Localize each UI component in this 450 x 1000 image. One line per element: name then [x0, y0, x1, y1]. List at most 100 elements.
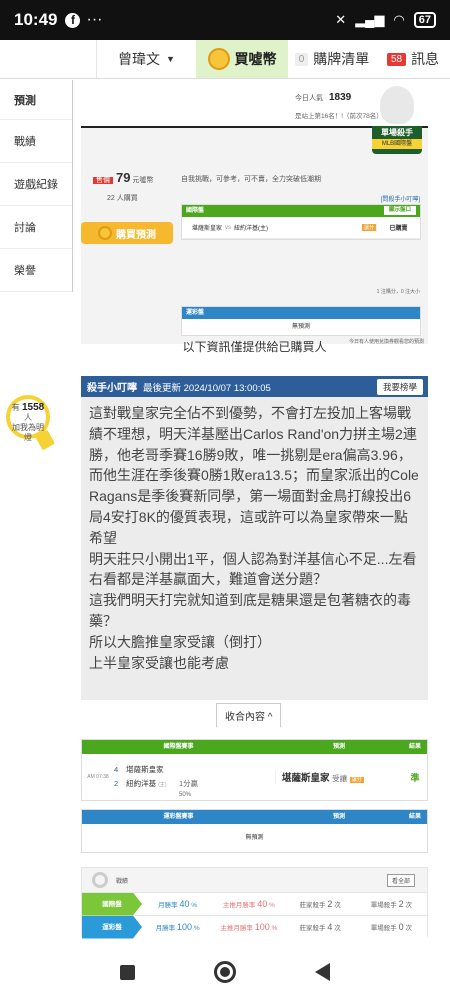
- intl-label: 國際盤: [186, 208, 205, 214]
- show-odds-button[interactable]: 顯示盤口: [383, 206, 416, 215]
- stat-value: 100: [176, 922, 192, 932]
- head-match: 運彩盤賽事: [163, 814, 194, 820]
- helper-link[interactable]: [問殺手小叮嚀]: [381, 194, 420, 203]
- pred-team: 堪薩斯皇家: [282, 773, 330, 784]
- head-match: 國際盤賽事: [163, 744, 194, 750]
- stat-value: 40: [179, 899, 190, 909]
- bought-status: 已購賣: [376, 223, 420, 232]
- stat-value: 4: [327, 922, 333, 932]
- intl-result-table: 國際盤賽事 預測 結果 AM 07:38 4 堪薩斯皇家 2 紐約洋基 (主) 1分…: [81, 739, 428, 801]
- sidebar-item-honor[interactable]: 榮譽: [0, 249, 72, 292]
- no-prediction: 無預測: [291, 324, 310, 330]
- coin-icon: [98, 226, 112, 240]
- handicap-value: 1分贏: [179, 779, 199, 788]
- head-prediction: 預測: [332, 814, 345, 820]
- stat-caption: 主推月勝率: [220, 925, 253, 932]
- stat-unit: 次: [334, 902, 341, 909]
- signal-icon: ▂▄▆: [355, 12, 385, 27]
- stats-title: 戰績: [116, 878, 129, 885]
- badge-title: 單場殺手: [381, 128, 413, 137]
- price-unit: 元噓幣: [132, 177, 154, 184]
- match-home: 堪薩斯皇家: [192, 226, 223, 232]
- help-prefix: 有: [11, 403, 20, 412]
- tips-title: 殺手小叮嚀: [87, 383, 137, 394]
- lottery-label: 運彩盤: [182, 307, 420, 319]
- cart-count-badge: 0: [294, 52, 309, 66]
- sidebar: 預測 戰績 遊戲紀錄 討論 榮譽 有 1558 人 加我為明燈: [0, 80, 73, 960]
- stat-caption: 單場殺手: [370, 902, 397, 909]
- buy-prediction-button[interactable]: 購買預測: [81, 222, 173, 244]
- team2-tag: (主): [158, 781, 167, 788]
- handicap: 1分贏 50%: [179, 756, 275, 798]
- price: 79: [116, 170, 131, 185]
- stat-value: 40: [257, 899, 268, 909]
- stat-unit: 次: [405, 902, 412, 909]
- handicap-tag: 讓分: [361, 224, 376, 231]
- head-result: 結果: [408, 744, 421, 750]
- top-nav: 曾瑋文 ▼ 買噓幣 0 購牌清單 58 訊息: [0, 40, 450, 79]
- stats-label: 運彩盤: [82, 915, 142, 939]
- stat-unit: %: [193, 925, 200, 932]
- tips-section: 殺手小叮嚀 最後更新 2024/10/07 13:00:05 我要榜學 這對戰皇…: [81, 376, 428, 727]
- profile-header: 今日人氣 1839 是站上第16名！!（前次78名）: [81, 80, 428, 126]
- sidebar-item-prediction[interactable]: 預測: [0, 80, 72, 120]
- match-time: AM 07:38: [87, 774, 109, 780]
- stats-row-lottery: 運彩盤 月勝率 100 % 主推月勝率 100 % 莊家殺手 4 次 單場殺手 …: [82, 915, 427, 939]
- user-menu[interactable]: 曾瑋文 ▼: [96, 40, 196, 78]
- sidebar-item-game-history[interactable]: 遊戲紀錄: [0, 163, 72, 206]
- buy-coins-button[interactable]: 買噓幣: [196, 40, 288, 78]
- paid-note: 以下資訊僅提供給已購買人: [182, 340, 327, 354]
- sell-label: 售價: [93, 177, 113, 184]
- stat-unit: %: [191, 902, 198, 909]
- messages-button[interactable]: 58 訊息: [376, 40, 450, 78]
- popularity-label: 今日人氣: [295, 95, 323, 102]
- match-away: 紐約洋基(主): [234, 226, 269, 232]
- home-icon[interactable]: [213, 961, 236, 983]
- battery-icon: 67: [413, 12, 436, 28]
- stats-panel: 戰績 看全部 國際盤 月勝率 40 % 主推月勝率 40 % 莊家殺手 2 次 …: [81, 867, 428, 939]
- facebook-icon: f: [65, 12, 81, 28]
- rank-text: 是站上第16名！!（前次78名）: [295, 113, 383, 120]
- recents-icon[interactable]: [119, 964, 135, 980]
- main-content: 今日人氣 1839 是站上第16名！!（前次78名） 單場殺手 MLB國際盤 售價…: [81, 80, 428, 939]
- team2-name: 紐約洋基: [126, 778, 157, 788]
- buyer-count: 22 人購買: [107, 195, 138, 202]
- back-icon[interactable]: [315, 963, 331, 981]
- stat-unit: %: [269, 902, 275, 909]
- mascot-image: [380, 86, 414, 124]
- stat-caption: 主推月勝率: [222, 902, 256, 909]
- stat-value: 2: [327, 899, 333, 909]
- sidebar-item-record[interactable]: 戰績: [0, 120, 72, 163]
- collapse-button[interactable]: 收合內容 ^: [216, 703, 282, 727]
- buy-prediction-label: 購買預測: [116, 229, 156, 241]
- head-prediction: 預測: [332, 744, 345, 750]
- caret-down-icon: ▼: [166, 54, 175, 64]
- intl-prediction-box: 國際盤 顯示盤口 堪薩斯皇家 vs 紐約洋基(主) 讓分 已購賣: [181, 204, 421, 240]
- stat-caption: 月勝率: [155, 925, 176, 932]
- wifi-icon: ◠: [393, 12, 405, 27]
- bet-note: 1 注購分，0 注大小: [376, 289, 420, 295]
- stats-row-intl: 國際盤 月勝率 40 % 主推月勝率 40 % 莊家殺手 2 次 單場殺手 2 …: [82, 892, 427, 916]
- match-sep: vs: [225, 224, 232, 231]
- view-all-button[interactable]: 看全部: [386, 873, 415, 887]
- rank-button[interactable]: 我要榜學: [376, 378, 423, 395]
- cart-button[interactable]: 0 購牌清單: [288, 40, 376, 78]
- no-prediction: 無預測: [82, 824, 427, 852]
- help-suffix: 人: [24, 413, 32, 422]
- stat-value: 2: [398, 899, 404, 909]
- mute-icon: ✕: [335, 12, 347, 27]
- head-result: 結果: [408, 814, 421, 820]
- stat-unit: %: [271, 925, 278, 932]
- table-row: AM 07:38 4 堪薩斯皇家 2 紐約洋基 (主) 1分贏 50% 堪薩斯皇家 …: [82, 754, 427, 800]
- killer-badge: 單場殺手 MLB國際盤: [372, 126, 422, 154]
- lottery-result-table: 運彩盤賽事 預測 結果 無預測: [81, 809, 428, 853]
- slogan: 自我挑戰，可參考，可不賣，全力突破低潮期: [181, 176, 321, 183]
- sidebar-item-discussion[interactable]: 討論: [0, 206, 72, 249]
- message-count-badge: 58: [386, 52, 407, 66]
- prediction-cell: 堪薩斯皇家 受讓 讓分: [275, 770, 403, 784]
- tips-updated: 最後更新 2024/10/07 13:00:05: [143, 382, 271, 394]
- stat-value: 100: [254, 922, 270, 932]
- buy-coins-label: 買噓幣: [234, 51, 277, 67]
- android-nav-bar: [0, 944, 450, 1000]
- stat-unit: 次: [334, 925, 341, 932]
